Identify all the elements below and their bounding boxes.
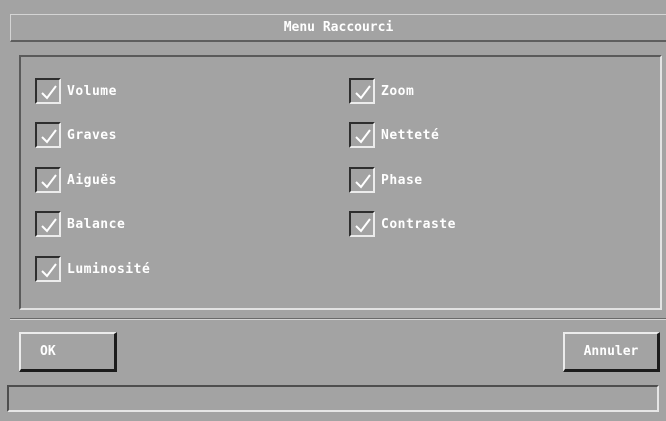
option-label: Phase — [381, 172, 423, 188]
cancel-button[interactable]: Annuler — [563, 332, 660, 372]
checkmark-icon — [355, 218, 371, 233]
option-label: Zoom — [381, 83, 415, 99]
option-phase[interactable]: Phase — [349, 165, 423, 195]
option-label: Graves — [67, 127, 117, 143]
checkbox-phase[interactable] — [349, 167, 375, 193]
option-label: Volume — [67, 83, 117, 99]
checkmark-icon — [355, 174, 371, 189]
window-title: Menu Raccourci — [10, 14, 666, 42]
option-label: Aiguës — [67, 172, 117, 188]
option-luminosite[interactable]: Luminosité — [35, 254, 150, 284]
status-bar — [7, 385, 659, 412]
checkbox-aigues[interactable] — [35, 167, 61, 193]
checkbox-contraste[interactable] — [349, 211, 375, 237]
option-aigues[interactable]: Aiguës — [35, 165, 117, 195]
checkmark-icon — [355, 129, 371, 144]
divider — [10, 318, 666, 320]
option-label: Netteté — [381, 127, 440, 143]
checkbox-graves[interactable] — [35, 122, 61, 148]
option-graves[interactable]: Graves — [35, 120, 117, 150]
checkmark-icon — [41, 174, 57, 189]
option-volume[interactable]: Volume — [35, 76, 117, 106]
checkbox-panel: Volume Graves Aiguës Balance Luminosité … — [19, 55, 662, 310]
checkmark-icon — [41, 218, 57, 233]
option-label: Luminosité — [67, 261, 151, 277]
checkbox-luminosite[interactable] — [35, 256, 61, 282]
checkbox-nettete[interactable] — [349, 122, 375, 148]
checkmark-icon — [41, 129, 57, 144]
checkbox-balance[interactable] — [35, 211, 61, 237]
ok-button[interactable]: OK — [19, 332, 117, 372]
option-nettete[interactable]: Netteté — [349, 120, 439, 150]
option-contraste[interactable]: Contraste — [349, 209, 456, 239]
checkmark-icon — [41, 85, 57, 100]
checkbox-zoom[interactable] — [349, 78, 375, 104]
option-zoom[interactable]: Zoom — [349, 76, 414, 106]
option-balance[interactable]: Balance — [35, 209, 125, 239]
option-label: Contraste — [381, 216, 456, 232]
option-label: Balance — [67, 216, 126, 232]
checkbox-volume[interactable] — [35, 78, 61, 104]
checkmark-icon — [355, 85, 371, 100]
checkmark-icon — [41, 263, 57, 278]
